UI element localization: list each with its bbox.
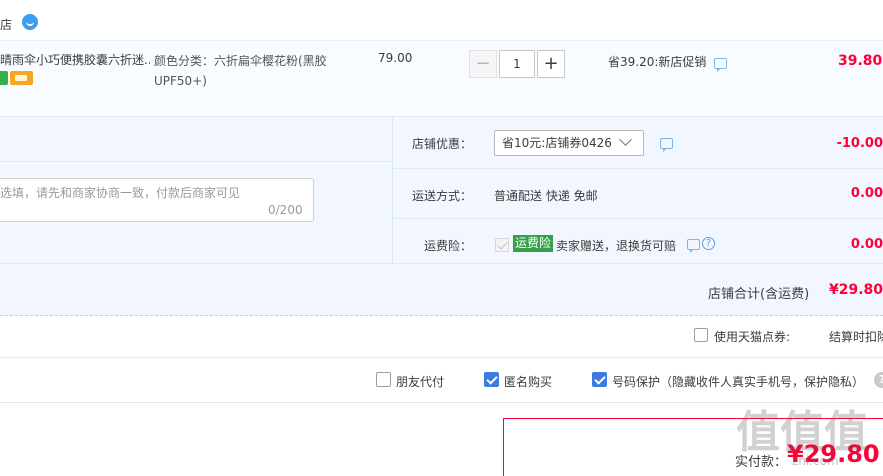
- help-icon[interactable]: ?: [874, 372, 883, 388]
- insurance-checkbox: [495, 238, 509, 252]
- buyer-message-count: 0/200: [268, 203, 303, 217]
- insurance-help-icon[interactable]: ?: [702, 237, 715, 250]
- anonymous-label[interactable]: 匿名购买: [504, 373, 552, 390]
- number-protect-checkbox[interactable]: [592, 372, 607, 387]
- quantity-input[interactable]: 1: [499, 50, 535, 78]
- item-subtotal: 39.80: [838, 53, 883, 69]
- shop-name[interactable]: 店: [0, 16, 12, 33]
- shipping-label: 运送方式：: [411, 189, 472, 203]
- anonymous-checkbox[interactable]: [484, 372, 499, 387]
- shop-coupon-select[interactable]: 省10元:店铺券0426: [494, 130, 644, 156]
- shipping-value: 普通配送 快递 免邮: [494, 189, 598, 203]
- wangwang-chat-icon[interactable]: [22, 14, 38, 30]
- quantity-decrease-button[interactable]: −: [469, 50, 497, 78]
- insurance-text: 卖家赠送，退换货可赔: [556, 239, 677, 253]
- item-title[interactable]: 晴雨伞小巧便携胶囊六折迷...: [0, 51, 150, 68]
- promo-comment-icon[interactable]: [714, 58, 727, 72]
- item-price: 79.00: [378, 51, 413, 65]
- number-protect-label[interactable]: 号码保护（隐藏收件人真实手机号，保护隐私）: [612, 373, 864, 390]
- friend-pay-label[interactable]: 朋友代付: [396, 373, 444, 390]
- shop-total-value: ¥29.80: [829, 282, 883, 298]
- insurance-amount: 0.00: [850, 237, 883, 252]
- item-promo: 省39.20:新店促销: [608, 55, 707, 69]
- quantity-increase-button[interactable]: +: [537, 50, 565, 78]
- tmall-coupon-label[interactable]: 使用天猫点券:: [714, 328, 790, 345]
- shop-discount-label: 店铺优惠：: [411, 137, 472, 151]
- shipping-amount: 0.00: [850, 186, 883, 201]
- service-badge-icon: [0, 71, 8, 85]
- row-divider: [0, 263, 883, 264]
- coupon-comment-icon[interactable]: [660, 138, 673, 152]
- settle-deduct-label: 结算时扣除: [829, 330, 883, 344]
- shop-total-label: 店铺合计(含运费): [708, 287, 810, 302]
- watermark-url: zhi.com: [792, 454, 839, 468]
- watermark-logo: 值值值: [736, 407, 868, 458]
- card-badge-icon: [10, 71, 33, 85]
- friend-pay-checkbox[interactable]: [376, 372, 391, 387]
- tmall-coupon-checkbox[interactable]: [694, 328, 708, 342]
- divider: [0, 357, 883, 358]
- insurance-label: 运费险：: [423, 239, 472, 253]
- row-divider: [0, 161, 392, 162]
- insurance-tag: 运费险: [513, 235, 554, 252]
- buyer-message-placeholder: 选填，请先和商家协商一致，付款后商家可见: [0, 186, 241, 200]
- row-divider: [392, 168, 883, 169]
- shop-discount-amount: -10.00: [836, 136, 883, 151]
- item-sku: 颜色分类：六折扁伞樱花粉(黑胶UPF50+): [154, 54, 327, 88]
- row-divider: [392, 218, 883, 219]
- insurance-comment-icon[interactable]: [687, 239, 700, 253]
